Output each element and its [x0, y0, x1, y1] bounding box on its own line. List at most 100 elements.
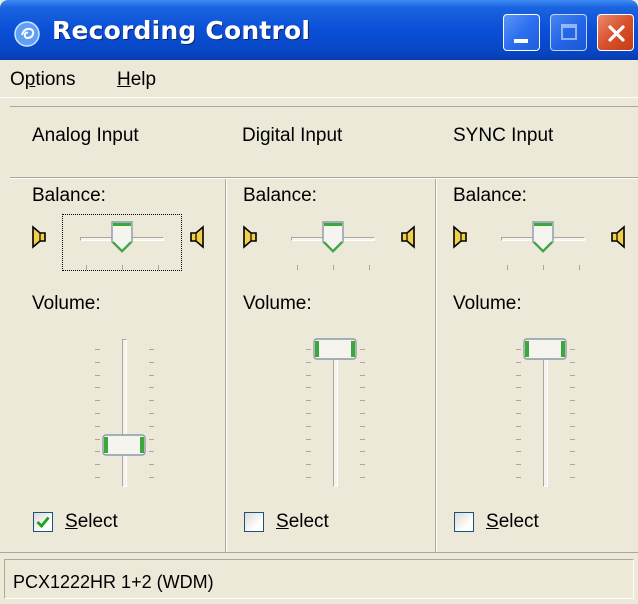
status-panel: PCX1222HR 1+2 (WDM): [4, 559, 634, 599]
speaker-right-icon: [609, 225, 627, 249]
title-bar[interactable]: Recording Control: [0, 0, 638, 60]
volume-tick: [516, 387, 521, 389]
volume-tick: [306, 438, 311, 440]
volume-tick: [360, 374, 365, 376]
volume-tick: [149, 361, 154, 363]
balance-thumb[interactable]: [321, 220, 345, 258]
recording-app-icon: [14, 21, 40, 47]
volume-tick: [149, 374, 154, 376]
volume-tick: [360, 349, 365, 350]
volume-tick: [360, 438, 365, 440]
window-title: Recording Control: [52, 16, 311, 45]
volume-tick: [360, 400, 365, 402]
volume-tick: [95, 425, 100, 427]
select-checkbox[interactable]: [244, 512, 264, 532]
volume-thumb[interactable]: [523, 338, 567, 364]
volume-tick: [516, 464, 521, 466]
close-button[interactable]: [597, 14, 634, 51]
volume-tick: [95, 451, 100, 453]
volume-tick: [570, 400, 575, 402]
balance-tick: [543, 265, 544, 270]
balance-tick: [333, 265, 334, 270]
column-header-digital: Digital Input: [242, 125, 343, 146]
volume-tick: [516, 374, 521, 376]
volume-tick: [306, 464, 311, 466]
volume-slider[interactable]: [122, 339, 127, 487]
select-checkbox[interactable]: [33, 512, 53, 532]
speaker-left-icon: [241, 225, 259, 249]
select-checkbox[interactable]: [454, 512, 474, 532]
column-header-analog: Analog Input: [32, 125, 139, 146]
balance-tick: [507, 265, 508, 270]
volume-tick: [149, 451, 154, 453]
volume-tick: [149, 413, 154, 414]
column-divider: [435, 179, 437, 553]
volume-tick: [306, 477, 311, 478]
volume-tick: [360, 464, 365, 466]
volume-tick: [306, 451, 311, 453]
volume-tick: [95, 361, 100, 363]
volume-tick: [360, 451, 365, 453]
volume-label: Volume:: [32, 293, 101, 314]
volume-tick: [516, 361, 521, 363]
balance-label: Balance:: [453, 185, 527, 206]
volume-tick: [360, 477, 365, 478]
volume-tick: [95, 477, 100, 478]
volume-tick: [95, 374, 100, 376]
volume-tick: [516, 349, 521, 350]
status-bar: PCX1222HR 1+2 (WDM): [0, 552, 638, 604]
balance-tick: [579, 265, 580, 270]
volume-tick: [570, 349, 575, 350]
select-label[interactable]: Select: [65, 511, 118, 533]
volume-tick: [149, 349, 154, 350]
volume-tick: [570, 438, 575, 440]
volume-tick: [516, 477, 521, 478]
header-divider: [10, 177, 638, 179]
volume-tick: [306, 387, 311, 389]
volume-tick: [516, 438, 521, 440]
checkmark-icon: [36, 516, 50, 529]
volume-tick: [360, 361, 365, 363]
volume-tick: [95, 438, 100, 440]
volume-tick: [306, 413, 311, 414]
volume-tick: [570, 361, 575, 363]
select-label[interactable]: Select: [486, 511, 539, 533]
volume-tick: [570, 451, 575, 453]
volume-tick: [516, 413, 521, 414]
volume-tick: [149, 464, 154, 466]
volume-tick: [570, 374, 575, 376]
speaker-left-icon: [30, 225, 48, 249]
balance-thumb[interactable]: [531, 220, 555, 258]
volume-tick: [95, 464, 100, 466]
speaker-left-icon: [451, 225, 469, 249]
column-divider: [225, 179, 227, 553]
speaker-right-icon: [399, 225, 417, 249]
volume-tick: [360, 425, 365, 427]
maximize-button[interactable]: [550, 14, 587, 51]
volume-tick: [516, 451, 521, 453]
volume-label: Volume:: [243, 293, 312, 314]
volume-tick: [570, 425, 575, 427]
status-device-name: PCX1222HR 1+2 (WDM): [13, 572, 214, 592]
speaker-right-icon: [188, 225, 206, 249]
volume-tick: [570, 464, 575, 466]
menu-help[interactable]: Help: [117, 69, 156, 91]
volume-tick: [95, 400, 100, 402]
volume-tick: [306, 374, 311, 376]
balance-thumb[interactable]: [110, 220, 134, 258]
select-label[interactable]: Select: [276, 511, 329, 533]
volume-tick: [516, 425, 521, 427]
volume-tick: [95, 349, 100, 350]
volume-tick: [570, 387, 575, 389]
volume-tick: [306, 400, 311, 402]
balance-tick: [158, 265, 159, 270]
volume-thumb[interactable]: [102, 434, 146, 460]
menu-options[interactable]: Options: [10, 69, 76, 91]
minimize-button[interactable]: [503, 14, 540, 51]
balance-label: Balance:: [243, 185, 317, 206]
volume-tick: [306, 349, 311, 350]
mixer-panel: Analog Input Digital Input SYNC Input Ba…: [10, 106, 638, 553]
volume-thumb[interactable]: [313, 338, 357, 364]
balance-tick: [369, 265, 370, 270]
recording-control-window: Recording Control Options Help Analog In…: [0, 0, 638, 604]
